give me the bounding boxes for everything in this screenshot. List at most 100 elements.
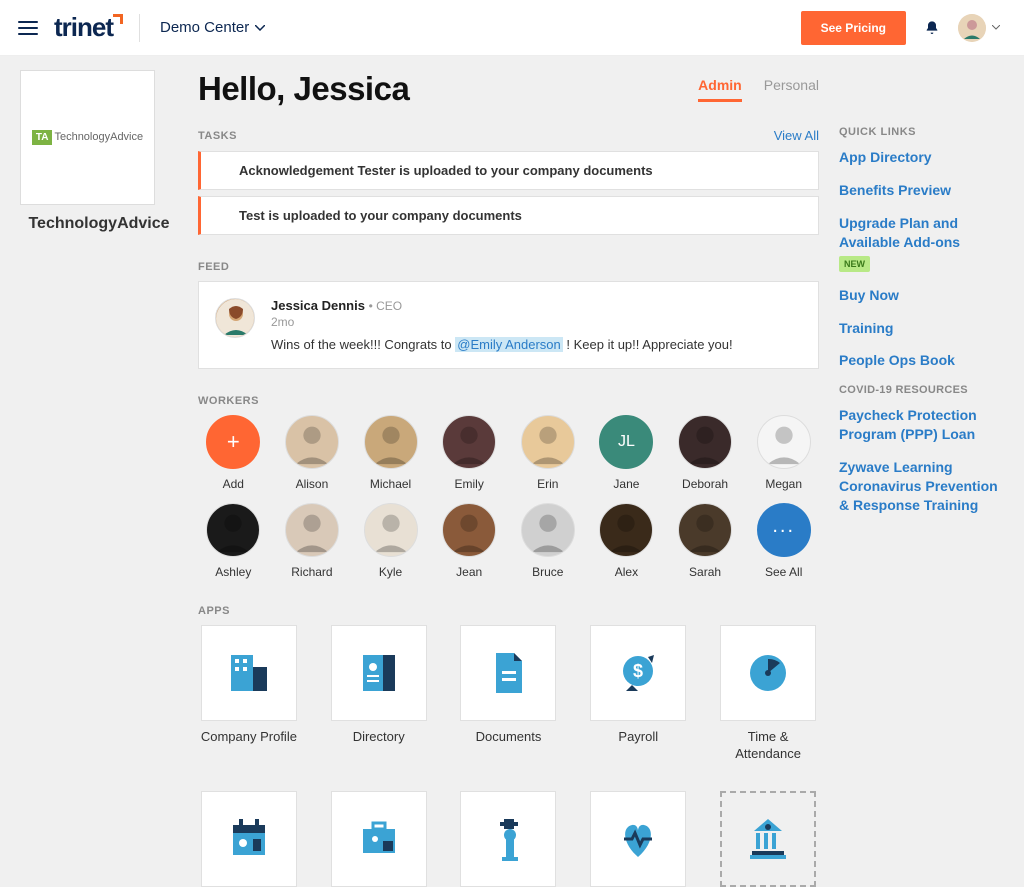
user-avatar — [958, 14, 986, 42]
chevron-down-icon — [255, 25, 265, 31]
app-label: Directory — [353, 729, 405, 746]
feed-author-name[interactable]: Jessica Dennis — [271, 298, 365, 313]
worker-emily[interactable]: Emily — [434, 415, 505, 491]
app-tile — [720, 791, 816, 887]
app-time[interactable]: Time & Attendance — [717, 625, 819, 763]
tasks-view-all-link[interactable]: View All — [774, 128, 819, 143]
app-payroll[interactable]: $ Payroll — [587, 625, 689, 763]
worker-see-all[interactable]: ... See All — [748, 503, 819, 579]
app-company[interactable]: Company Profile — [198, 625, 300, 763]
tab-admin[interactable]: Admin — [698, 77, 742, 102]
worker-label: Add — [223, 477, 244, 491]
quick-links-panel: QUICK LINKS App DirectoryBenefits Previe… — [839, 70, 1004, 887]
worker-ashley[interactable]: Ashley — [198, 503, 269, 579]
top-header: trinet Demo Center See Pricing — [0, 0, 1024, 56]
quick-link[interactable]: Training — [839, 319, 1004, 338]
worker-label: Bruce — [532, 565, 563, 579]
app-briefcase[interactable] — [328, 791, 430, 887]
worker-label: Jane — [613, 477, 639, 491]
app-heart[interactable] — [587, 791, 689, 887]
quick-link[interactable]: Upgrade Plan and Available Add-onsNEW — [839, 214, 1004, 272]
app-documents[interactable]: Documents — [458, 625, 560, 763]
svg-text:$: $ — [633, 661, 643, 681]
app-calendar[interactable] — [198, 791, 300, 887]
company-name: TechnologyAdvice — [20, 215, 178, 233]
workers-section-label: WORKERS — [198, 395, 819, 407]
feed-post: Jessica Dennis • CEO 2mo Wins of the wee… — [198, 281, 819, 369]
worker-label: Sarah — [689, 565, 721, 579]
resource-link[interactable]: Zywave Learning Coronavirus Prevention &… — [839, 458, 1004, 515]
worker-alex[interactable]: Alex — [591, 503, 662, 579]
company-logo[interactable]: TATechnologyAdvice — [20, 70, 155, 205]
worker-erin[interactable]: Erin — [513, 415, 584, 491]
app-tile: $ — [590, 625, 686, 721]
menu-icon[interactable] — [18, 21, 38, 35]
app-label: Company Profile — [201, 729, 297, 746]
bell-icon[interactable] — [924, 19, 940, 37]
see-pricing-button[interactable]: See Pricing — [801, 11, 906, 45]
worker-michael[interactable]: Michael — [355, 415, 426, 491]
feed-section-label: FEED — [198, 261, 819, 273]
chevron-down-icon — [992, 25, 1000, 30]
task-item[interactable]: Acknowledgement Tester is uploaded to yo… — [198, 151, 819, 190]
worker-label: Ashley — [215, 565, 251, 579]
demo-center-dropdown[interactable]: Demo Center — [160, 19, 265, 36]
app-directory[interactable]: Directory — [328, 625, 430, 763]
worker-sarah[interactable]: Sarah — [670, 503, 741, 579]
app-tile — [201, 791, 297, 887]
worker-label: Alison — [296, 477, 329, 491]
worker-label: Alex — [615, 565, 638, 579]
worker-add[interactable]: + Add — [198, 415, 269, 491]
worker-label: Erin — [537, 477, 558, 491]
worker-label: See All — [765, 565, 802, 579]
worker-alison[interactable]: Alison — [277, 415, 348, 491]
worker-megan[interactable]: Megan — [748, 415, 819, 491]
quick-link[interactable]: App Directory — [839, 148, 1004, 167]
worker-label: Kyle — [379, 565, 402, 579]
worker-avatar — [678, 503, 732, 557]
app-gov[interactable] — [717, 791, 819, 887]
worker-avatar — [442, 415, 496, 469]
app-tile — [590, 791, 686, 887]
worker-label: Richard — [291, 565, 332, 579]
apps-section-label: APPS — [198, 605, 819, 617]
worker-kyle[interactable]: Kyle — [355, 503, 426, 579]
worker-jean[interactable]: Jean — [434, 503, 505, 579]
worker-avatar — [285, 503, 339, 557]
tab-personal[interactable]: Personal — [764, 77, 819, 102]
main-content: Hello, Jessica Admin Personal TASKS View… — [198, 70, 819, 887]
worker-avatar — [285, 415, 339, 469]
covid-resources-label: COVID-19 RESOURCES — [839, 384, 1004, 396]
worker-avatar — [364, 503, 418, 557]
app-tile — [201, 625, 297, 721]
resource-link[interactable]: Paycheck Protection Program (PPP) Loan — [839, 406, 1004, 444]
worker-label: Deborah — [682, 477, 728, 491]
worker-avatar: JL — [599, 415, 653, 469]
app-label: Time & Attendance — [717, 729, 819, 763]
trinet-logo[interactable]: trinet — [54, 12, 113, 43]
worker-jane[interactable]: JL Jane — [591, 415, 662, 491]
worker-label: Emily — [455, 477, 484, 491]
worker-avatar — [364, 415, 418, 469]
worker-avatar — [442, 503, 496, 557]
app-label: Payroll — [618, 729, 658, 746]
quick-link[interactable]: Buy Now — [839, 286, 1004, 305]
worker-label: Jean — [456, 565, 482, 579]
app-tile — [460, 791, 556, 887]
worker-richard[interactable]: Richard — [277, 503, 348, 579]
user-menu[interactable] — [958, 14, 1000, 42]
more-icon: ... — [757, 503, 811, 557]
user-mention[interactable]: @Emily Anderson — [455, 337, 563, 352]
quick-link[interactable]: Benefits Preview — [839, 181, 1004, 200]
task-item[interactable]: Test is uploaded to your company documen… — [198, 196, 819, 235]
worker-avatar — [599, 503, 653, 557]
view-tabs: Admin Personal — [698, 77, 819, 102]
worker-bruce[interactable]: Bruce — [513, 503, 584, 579]
worker-label: Michael — [370, 477, 411, 491]
feed-author-avatar[interactable] — [215, 298, 255, 338]
app-medical[interactable] — [458, 791, 560, 887]
worker-deborah[interactable]: Deborah — [670, 415, 741, 491]
quick-link[interactable]: People Ops Book — [839, 351, 1004, 370]
add-icon: + — [206, 415, 260, 469]
app-label: Documents — [476, 729, 542, 746]
